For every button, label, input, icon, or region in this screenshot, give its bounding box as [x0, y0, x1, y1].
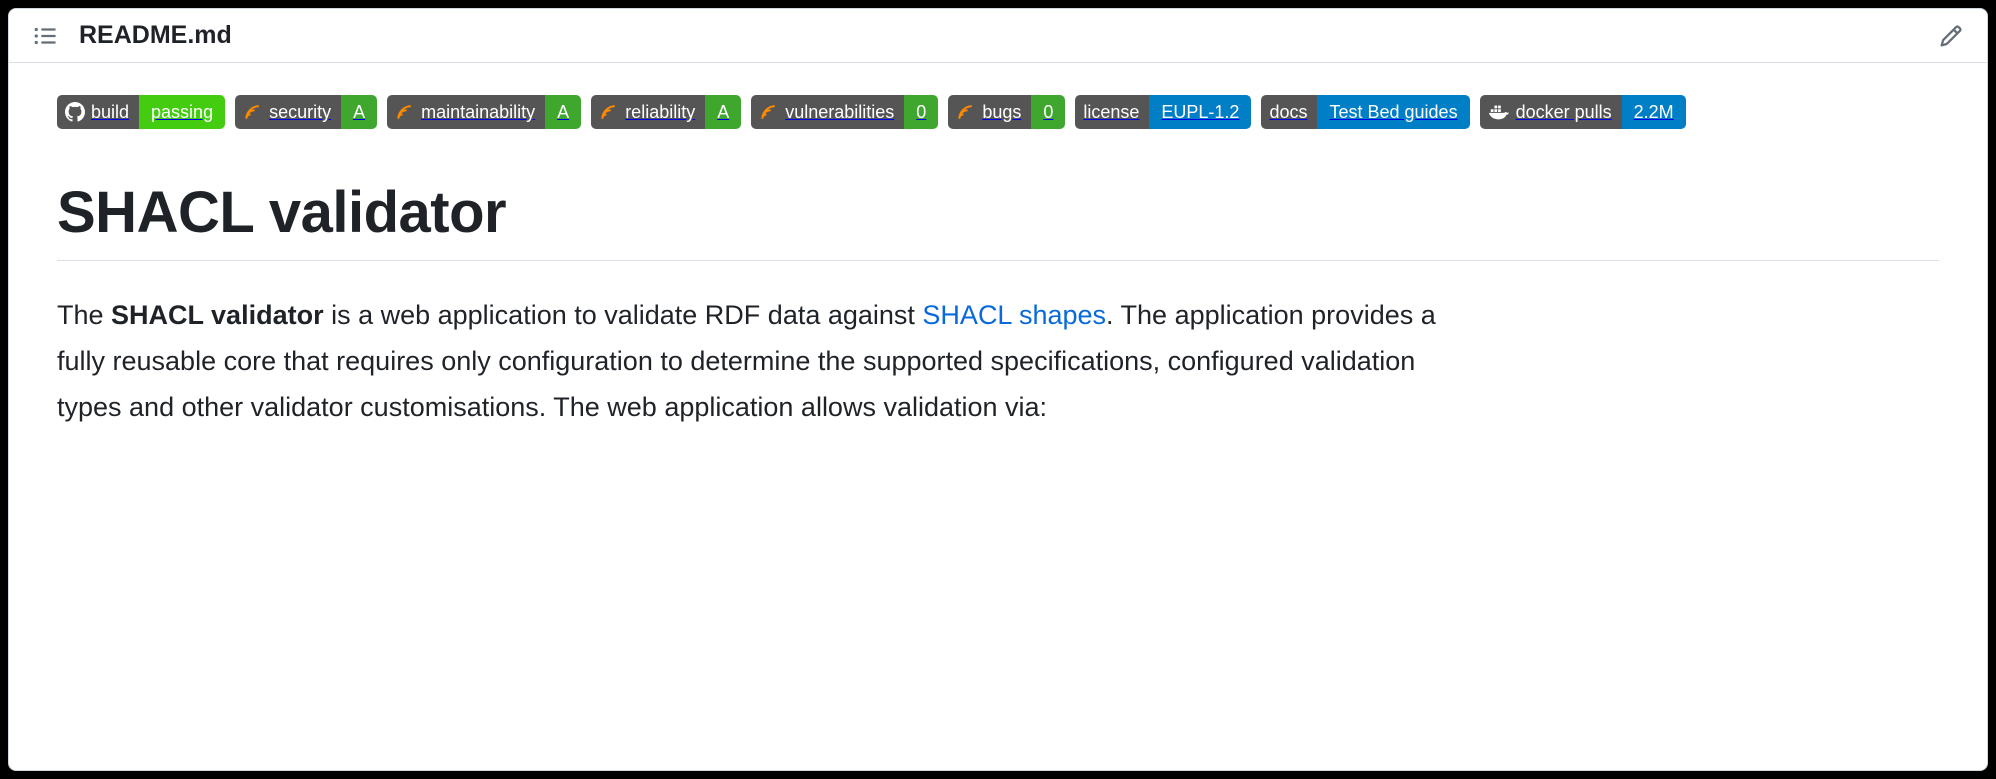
badge-maintainability[interactable]: maintainability A	[387, 95, 581, 129]
badge-label: license	[1075, 95, 1149, 129]
github-icon	[65, 102, 85, 122]
sonar-icon	[956, 102, 976, 122]
badge-value: A	[705, 95, 741, 129]
badge-label-text: docs	[1269, 103, 1307, 121]
readme-panel: README.md build passing security Amaintaina…	[8, 8, 1988, 771]
badge-value: Test Bed guides	[1317, 95, 1469, 129]
badge-label-text: security	[269, 103, 331, 121]
badge-label-text: vulnerabilities	[785, 103, 894, 121]
pencil-icon[interactable]	[1939, 24, 1963, 48]
badge-label-text: reliability	[625, 103, 695, 121]
list-icon[interactable]	[33, 23, 59, 49]
badge-license[interactable]: license EUPL-1.2	[1075, 95, 1251, 129]
docker-icon	[1488, 102, 1510, 122]
readme-header-left: README.md	[33, 21, 232, 50]
badge-value: EUPL-1.2	[1149, 95, 1251, 129]
text: The	[57, 300, 111, 330]
badge-label: reliability	[591, 95, 705, 129]
readme-title: SHACL validator	[57, 179, 1939, 261]
text: is a web application to validate RDF dat…	[324, 300, 923, 330]
badge-security[interactable]: security A	[235, 95, 377, 129]
badge-label: docker pulls	[1480, 95, 1622, 129]
badge-bugs[interactable]: bugs 0	[948, 95, 1065, 129]
badge-label: docs	[1261, 95, 1317, 129]
badge-build[interactable]: build passing	[57, 95, 225, 129]
badge-value: 0	[1031, 95, 1065, 129]
badge-value: 0	[904, 95, 938, 129]
badge-label-text: build	[91, 103, 129, 121]
shacl-shapes-link[interactable]: SHACL shapes	[922, 300, 1106, 330]
sonar-icon	[395, 102, 415, 122]
badge-value: A	[341, 95, 377, 129]
sonar-icon	[759, 102, 779, 122]
badge-reliability[interactable]: reliability A	[591, 95, 741, 129]
badge-label-text: license	[1083, 103, 1139, 121]
badge-docker-pulls[interactable]: docker pulls 2.2M	[1480, 95, 1686, 129]
badge-label-text: maintainability	[421, 103, 535, 121]
text-strong: SHACL validator	[111, 300, 324, 330]
readme-filename: README.md	[79, 21, 232, 50]
badge-value: 2.2M	[1622, 95, 1686, 129]
sonar-icon	[243, 102, 263, 122]
badge-vulnerabilities[interactable]: vulnerabilities 0	[751, 95, 938, 129]
badge-label-text: bugs	[982, 103, 1021, 121]
badge-value: passing	[139, 95, 225, 129]
badge-label-text: docker pulls	[1516, 103, 1612, 121]
badge-label: bugs	[948, 95, 1031, 129]
readme-intro: The SHACL validator is a web application…	[57, 293, 1437, 431]
badges-row: build passing security Amaintainability Arel…	[57, 95, 1939, 129]
badge-label: maintainability	[387, 95, 545, 129]
badge-label: build	[57, 95, 139, 129]
sonar-icon	[599, 102, 619, 122]
readme-body: build passing security Amaintainability Arel…	[9, 63, 1987, 431]
badge-docs[interactable]: docs Test Bed guides	[1261, 95, 1469, 129]
badge-label: security	[235, 95, 341, 129]
readme-header: README.md	[9, 9, 1987, 63]
badge-label: vulnerabilities	[751, 95, 904, 129]
badge-value: A	[545, 95, 581, 129]
